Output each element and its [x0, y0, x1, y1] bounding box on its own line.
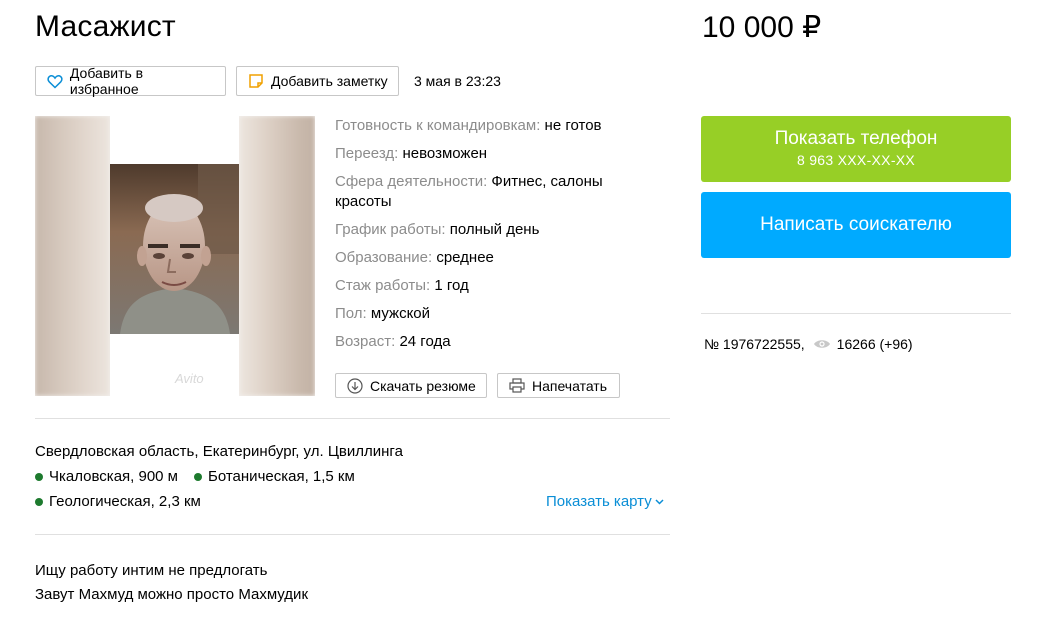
- metro-row: Геологическая, 2,3 км: [35, 493, 217, 510]
- resume-specs: Готовность к командировкам: не готов Пер…: [335, 116, 635, 360]
- publish-date: 3 мая в 23:23: [414, 73, 501, 89]
- note-icon: [247, 72, 265, 90]
- printer-icon: [508, 377, 526, 395]
- spec-value: невозможен: [402, 145, 488, 162]
- add-to-favorites-button[interactable]: Добавить в избранное: [35, 65, 226, 97]
- metro-station: Чкаловская, 900 м: [35, 468, 178, 485]
- spec-field: Сфера деятельности: Фитнес, салоны красо…: [335, 172, 635, 212]
- spec-label: Возраст:: [335, 333, 396, 350]
- print-label: Напечатать: [532, 377, 608, 394]
- divider: [35, 534, 670, 535]
- download-icon: [346, 377, 364, 395]
- description: Ищу работу интим не предлогать Завут Мах…: [35, 559, 308, 607]
- photo-blur-left: [35, 116, 110, 396]
- metro-station-name: Геологическая, 2,3 км: [49, 493, 201, 510]
- show-phone-button[interactable]: Показать телефон 8 963 XXX-XX-XX: [701, 116, 1011, 182]
- add-note-label: Добавить заметку: [271, 73, 388, 89]
- show-map-label: Показать карту: [546, 493, 652, 510]
- spec-label: Стаж работы:: [335, 277, 431, 294]
- spec-education: Образование: среднее: [335, 248, 635, 268]
- metro-station-name: Ботаническая, 1,5 км: [208, 468, 355, 485]
- heart-icon: [46, 72, 64, 90]
- ad-number: № 1976722555,: [704, 336, 805, 352]
- page-title: Масажист: [35, 10, 176, 43]
- metro-row: Чкаловская, 900 м Ботаническая, 1,5 км: [35, 468, 371, 485]
- spec-label: Сфера деятельности:: [335, 173, 488, 190]
- download-resume-label: Скачать резюме: [370, 377, 476, 394]
- spec-experience: Стаж работы: 1 год: [335, 276, 635, 296]
- spec-value: не готов: [544, 117, 602, 134]
- spec-label: Пол:: [335, 305, 367, 322]
- description-line: Завут Махмуд можно просто Махмудик: [35, 586, 309, 603]
- profile-photo: [110, 164, 239, 334]
- metro-dot-icon: [194, 472, 202, 481]
- download-resume-button[interactable]: Скачать резюме: [335, 373, 487, 398]
- metro-dot-icon: [35, 472, 43, 481]
- ad-actions: Добавить в избранное Добавить заметку 3 …: [35, 65, 501, 97]
- spec-label: Готовность к командировкам:: [335, 117, 541, 134]
- spec-relocation: Переезд: невозможен: [335, 144, 635, 164]
- spec-age: Возраст: 24 года: [335, 332, 635, 352]
- print-button[interactable]: Напечатать: [497, 373, 620, 398]
- add-note-button[interactable]: Добавить заметку: [236, 66, 399, 96]
- masked-phone: 8 963 XXX-XX-XX: [796, 152, 916, 168]
- spec-label: График работы:: [335, 221, 446, 238]
- price: 10 000 ₽: [702, 11, 822, 44]
- spec-value: среднее: [436, 249, 494, 266]
- spec-schedule: График работы: полный день: [335, 220, 635, 240]
- show-phone-label: Показать телефон: [774, 128, 938, 149]
- show-map-link[interactable]: Показать карту: [546, 493, 664, 510]
- description-line: Ищу работу интим не предлогать: [35, 562, 268, 579]
- chevron-down-icon: [655, 496, 664, 508]
- spec-business-trips: Готовность к командировкам: не готов: [335, 116, 635, 136]
- resume-files: Скачать резюме Напечатать: [335, 373, 620, 398]
- metro-station: Ботаническая, 1,5 км: [194, 468, 355, 485]
- photo-blur-right: [239, 116, 315, 396]
- divider: [35, 418, 670, 419]
- spec-value: 1 год: [434, 277, 469, 294]
- spec-label: Образование:: [335, 249, 433, 266]
- eye-icon: [813, 338, 831, 350]
- spec-value: мужской: [370, 305, 431, 322]
- ad-meta: № 1976722555, 16266 (+96): [704, 336, 913, 352]
- spec-label: Переезд:: [335, 145, 399, 162]
- view-count: 16266 (+96): [836, 336, 913, 352]
- spec-gender: Пол: мужской: [335, 304, 635, 324]
- divider: [701, 313, 1011, 314]
- spec-value: 24 года: [399, 333, 451, 350]
- address: Свердловская область, Екатеринбург, ул. …: [35, 443, 403, 460]
- metro-dot-icon: [35, 497, 43, 506]
- metro-station: Геологическая, 2,3 км: [35, 493, 201, 510]
- metro-station-name: Чкаловская, 900 м: [49, 468, 178, 485]
- photo-gallery[interactable]: Avito: [35, 116, 315, 396]
- photo-watermark: Avito: [175, 371, 204, 386]
- spec-value: полный день: [449, 221, 540, 238]
- add-to-favorites-label: Добавить в избранное: [69, 65, 144, 97]
- write-to-applicant-button[interactable]: Написать соискателю: [701, 192, 1011, 258]
